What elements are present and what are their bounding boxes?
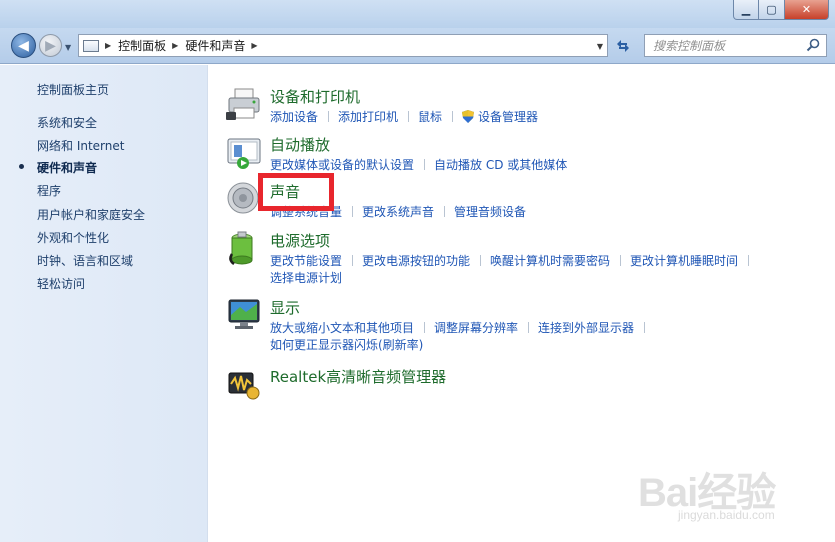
link-power-button-function[interactable]: 更改电源按钮的功能: [362, 254, 470, 268]
link-separator: [408, 111, 410, 122]
category-title[interactable]: 电源选项: [270, 230, 330, 251]
link-separator: [424, 322, 426, 333]
address-dropdown-icon[interactable]: ▼: [597, 42, 603, 51]
link-separator: [352, 255, 354, 266]
link-fix-display-flicker[interactable]: 如何更正显示器闪烁(刷新率): [270, 338, 423, 352]
uac-shield-icon: [462, 110, 475, 123]
chevron-right-icon[interactable]: ▶: [105, 41, 111, 50]
link-change-system-sounds[interactable]: 更改系统声音: [362, 205, 434, 219]
watermark-url: jingyan.baidu.com: [678, 508, 775, 522]
link-change-media-defaults[interactable]: 更改媒体或设备的默认设置: [270, 158, 414, 172]
category-title[interactable]: 自动播放: [270, 134, 330, 155]
category-links: 放大或缩小文本和其他项目 调整屏幕分辨率 连接到外部显示器如何更正显示器闪烁(刷新率…: [270, 320, 830, 354]
breadcrumb-hardware-and-sound[interactable]: 硬件和声音: [185, 37, 245, 54]
active-item-bullet: [19, 164, 24, 169]
sidebar-item-system-security[interactable]: 系统和安全: [37, 114, 97, 131]
address-bar[interactable]: ▶ 控制面板 ▶ 硬件和声音 ▶ ▼: [78, 34, 608, 57]
link-adjust-resolution[interactable]: 调整屏幕分辨率: [434, 321, 518, 335]
link-separator: [424, 159, 426, 170]
watermark-logo: Bai经验 jingyan.baidu.com: [638, 452, 828, 527]
link-separator: [644, 322, 646, 333]
recent-pages-dropdown[interactable]: ▼: [65, 43, 71, 52]
battery-icon[interactable]: [226, 230, 264, 268]
navigation-bar: ◀ ▶ ▼ ▶ 控制面板 ▶ 硬件和声音 ▶ ▼: [0, 28, 835, 64]
window-controls: ▁ ▢ ✕: [733, 0, 829, 20]
category-title[interactable]: 显示: [270, 297, 300, 318]
chevron-right-icon[interactable]: ▶: [251, 41, 257, 50]
breadcrumb-control-panel[interactable]: 控制面板: [118, 37, 166, 54]
link-mouse[interactable]: 鼠标: [418, 110, 442, 124]
sidebar: 控制面板主页 系统和安全 网络和 Internet 硬件和声音 程序 用户帐户和…: [0, 65, 208, 542]
autoplay-icon[interactable]: [226, 134, 264, 172]
back-button[interactable]: ◀: [11, 33, 36, 58]
sidebar-item-network[interactable]: 网络和 Internet: [37, 137, 124, 154]
link-separator: [452, 111, 454, 122]
search-input[interactable]: [653, 38, 803, 53]
search-box[interactable]: [644, 34, 827, 57]
sidebar-item-home[interactable]: 控制面板主页: [37, 81, 109, 98]
highlight-box: [258, 173, 334, 211]
category-title[interactable]: Realtek高清晰音频管理器: [270, 366, 446, 387]
printer-icon[interactable]: [226, 86, 264, 124]
link-separator: [444, 206, 446, 217]
link-change-sleep-time[interactable]: 更改计算机睡眠时间: [630, 254, 738, 268]
category-links: 更改媒体或设备的默认设置 自动播放 CD 或其他媒体: [270, 157, 830, 174]
link-autoplay-cd[interactable]: 自动播放 CD 或其他媒体: [434, 158, 567, 172]
sidebar-item-programs[interactable]: 程序: [37, 182, 61, 199]
search-icon[interactable]: [806, 38, 820, 52]
category-links: 调整系统音量 更改系统声音 管理音频设备: [270, 204, 830, 221]
refresh-icon: [617, 40, 629, 52]
maximize-button[interactable]: ▢: [759, 0, 785, 20]
link-add-printer[interactable]: 添加打印机: [338, 110, 398, 124]
category-title[interactable]: 设备和打印机: [270, 86, 360, 107]
chevron-right-icon[interactable]: ▶: [172, 41, 178, 50]
category-links: 更改节能设置 更改电源按钮的功能 唤醒计算机时需要密码 更改计算机睡眠时间选择电源计划: [270, 253, 830, 287]
link-separator: [480, 255, 482, 266]
link-separator: [748, 255, 750, 266]
sidebar-item-clock-language[interactable]: 时钟、语言和区域: [37, 252, 133, 269]
link-device-manager[interactable]: 设备管理器: [478, 110, 538, 124]
minimize-button[interactable]: ▁: [733, 0, 759, 20]
title-bar: ▁ ▢ ✕: [0, 0, 835, 28]
link-require-password-on-wake[interactable]: 唤醒计算机时需要密码: [490, 254, 610, 268]
link-change-power-saving[interactable]: 更改节能设置: [270, 254, 342, 268]
sidebar-item-ease-of-access[interactable]: 轻松访问: [37, 275, 85, 292]
control-panel-icon: [83, 39, 99, 52]
link-add-device[interactable]: 添加设备: [270, 110, 318, 124]
sidebar-item-user-accounts[interactable]: 用户帐户和家庭安全: [37, 206, 145, 223]
link-separator: [352, 206, 354, 217]
category-links: 添加设备 添加打印机 鼠标 设备管理器: [270, 109, 830, 126]
link-connect-external-display[interactable]: 连接到外部显示器: [538, 321, 634, 335]
forward-button[interactable]: ▶: [39, 34, 62, 57]
sidebar-item-hardware-sound[interactable]: 硬件和声音: [37, 159, 97, 176]
sidebar-item-appearance[interactable]: 外观和个性化: [37, 229, 109, 246]
refresh-button[interactable]: [612, 36, 634, 56]
link-zoom-text[interactable]: 放大或缩小文本和其他项目: [270, 321, 414, 335]
link-separator: [528, 322, 530, 333]
link-separator: [328, 111, 330, 122]
link-manage-audio-devices[interactable]: 管理音频设备: [454, 205, 526, 219]
link-separator: [620, 255, 622, 266]
close-button[interactable]: ✕: [785, 0, 829, 20]
realtek-audio-icon[interactable]: [226, 366, 264, 404]
link-choose-power-plan[interactable]: 选择电源计划: [270, 271, 342, 285]
monitor-icon[interactable]: [226, 297, 264, 335]
